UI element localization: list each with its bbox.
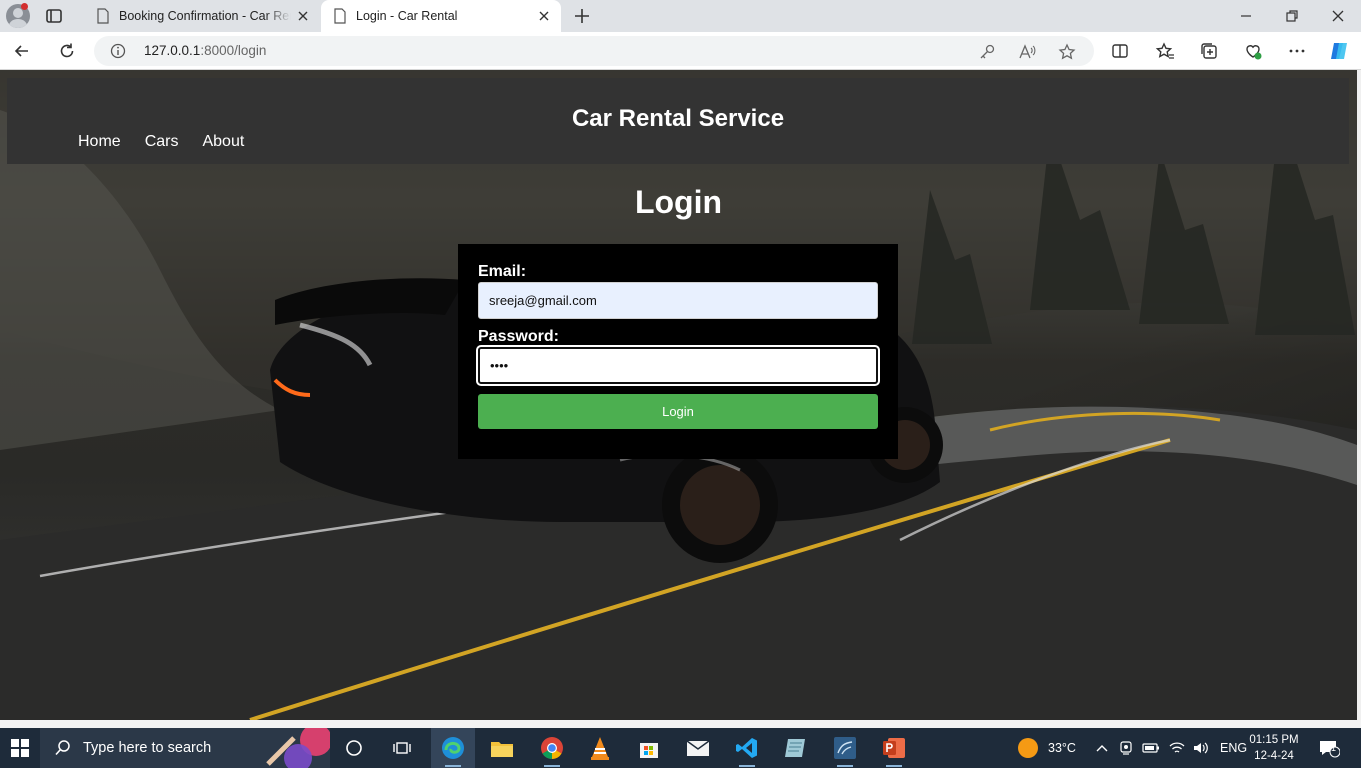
mail-icon[interactable] <box>676 728 720 768</box>
tab-booking-confirmation[interactable]: Booking Confirmation - Car Rental <box>84 0 320 32</box>
page-viewport: Car Rental Service Home Cars About Login… <box>0 70 1357 720</box>
url-text: 127.0.0.1:8000/login <box>144 43 267 58</box>
collections-icon[interactable] <box>1199 41 1219 61</box>
more-options-icon[interactable] <box>1287 41 1307 61</box>
notification-center[interactable]: 1 <box>1318 728 1340 768</box>
email-label: Email: <box>478 263 527 280</box>
profile-notification-dot <box>21 3 28 10</box>
chrome-icon[interactable] <box>530 728 574 768</box>
taskbar-search-box[interactable]: Type here to search <box>40 728 330 768</box>
task-view-cortana-icon[interactable] <box>332 728 376 768</box>
clock-date: 12-4-24 <box>1254 750 1294 762</box>
search-icon <box>55 740 70 756</box>
browser-tab-bar: Booking Confirmation - Car Rental Login … <box>0 0 1361 32</box>
windows-start-icon[interactable] <box>10 738 30 758</box>
tab-title: Login - Car Rental <box>356 9 458 23</box>
file-explorer-icon[interactable] <box>480 728 524 768</box>
tab-title: Booking Confirmation - Car Rental <box>119 9 291 23</box>
tab-actions-icon[interactable] <box>44 6 64 26</box>
site-info-icon[interactable] <box>110 43 126 59</box>
clock-time: 01:15 PM <box>1249 734 1299 746</box>
search-placeholder: Type here to search <box>83 740 212 756</box>
webcam-icon[interactable] <box>1118 740 1134 756</box>
split-screen-icon[interactable] <box>1110 41 1130 61</box>
notification-icon <box>1320 741 1340 758</box>
email-field[interactable] <box>478 282 878 319</box>
url-bar[interactable]: 127.0.0.1:8000/login <box>94 36 1094 66</box>
vscode-icon[interactable] <box>725 728 769 768</box>
nav-link-cars[interactable]: Cars <box>145 133 179 151</box>
restore-icon[interactable] <box>1282 6 1302 26</box>
copilot-icon[interactable] <box>1328 40 1350 62</box>
tab-login[interactable]: Login - Car Rental <box>321 0 561 32</box>
site-nav: Home Cars About <box>78 133 268 151</box>
wifi-icon[interactable] <box>1168 740 1186 756</box>
powerpoint-icon[interactable] <box>872 728 916 768</box>
nav-link-home[interactable]: Home <box>78 133 121 151</box>
notes-app-icon[interactable] <box>774 728 818 768</box>
favorites-icon[interactable] <box>1155 41 1175 61</box>
new-tab-icon[interactable] <box>572 6 592 26</box>
tab-close-icon[interactable] <box>296 9 310 23</box>
site-header: Car Rental Service Home Cars About <box>7 78 1349 164</box>
task-view-icon[interactable] <box>380 728 424 768</box>
password-label: Password: <box>478 328 559 345</box>
site-title: Car Rental Service <box>571 105 785 132</box>
login-form: Email: Password: Login <box>458 244 898 459</box>
weather-widget[interactable]: 33°C <box>1018 728 1076 768</box>
login-button[interactable]: Login <box>478 394 878 429</box>
weather-temperature: 33°C <box>1048 741 1076 755</box>
language-indicator[interactable]: ENG <box>1220 741 1247 755</box>
edge-browser-icon[interactable] <box>431 728 475 768</box>
read-aloud-icon[interactable] <box>1018 43 1036 61</box>
battery-icon[interactable] <box>1142 740 1160 756</box>
browser-essentials-icon[interactable] <box>1243 41 1263 61</box>
chevron-up-icon[interactable] <box>1094 740 1110 756</box>
page-icon <box>97 8 109 24</box>
sun-icon <box>1018 738 1038 758</box>
system-tray-icons: ENG <box>1094 728 1247 768</box>
favorite-star-icon[interactable] <box>1058 43 1076 61</box>
address-toolbar: 127.0.0.1:8000/login <box>0 32 1361 70</box>
mysql-workbench-icon[interactable] <box>823 728 867 768</box>
window-bottom-edge <box>0 720 1361 728</box>
nav-link-about[interactable]: About <box>202 133 244 151</box>
window-close-icon[interactable] <box>1328 6 1348 26</box>
minimize-icon[interactable] <box>1236 6 1256 26</box>
back-arrow-icon[interactable] <box>12 41 32 61</box>
microsoft-store-icon[interactable] <box>627 728 671 768</box>
vlc-icon[interactable] <box>578 728 622 768</box>
page-icon <box>334 8 346 24</box>
password-key-icon[interactable] <box>978 43 996 61</box>
login-heading: Login <box>634 184 723 220</box>
search-highlight-image-icon <box>266 728 330 768</box>
refresh-icon[interactable] <box>57 41 77 61</box>
page-scrollbar[interactable] <box>1357 70 1361 720</box>
notification-count: 1 <box>1331 743 1337 753</box>
taskbar-clock[interactable]: 01:15 PM 12-4-24 <box>1246 732 1302 764</box>
volume-icon[interactable] <box>1192 740 1210 756</box>
windows-taskbar: Type here to search 33°C ENG 01:15 PM 12… <box>0 728 1361 768</box>
tab-close-icon[interactable] <box>537 9 551 23</box>
password-field[interactable] <box>478 347 878 384</box>
